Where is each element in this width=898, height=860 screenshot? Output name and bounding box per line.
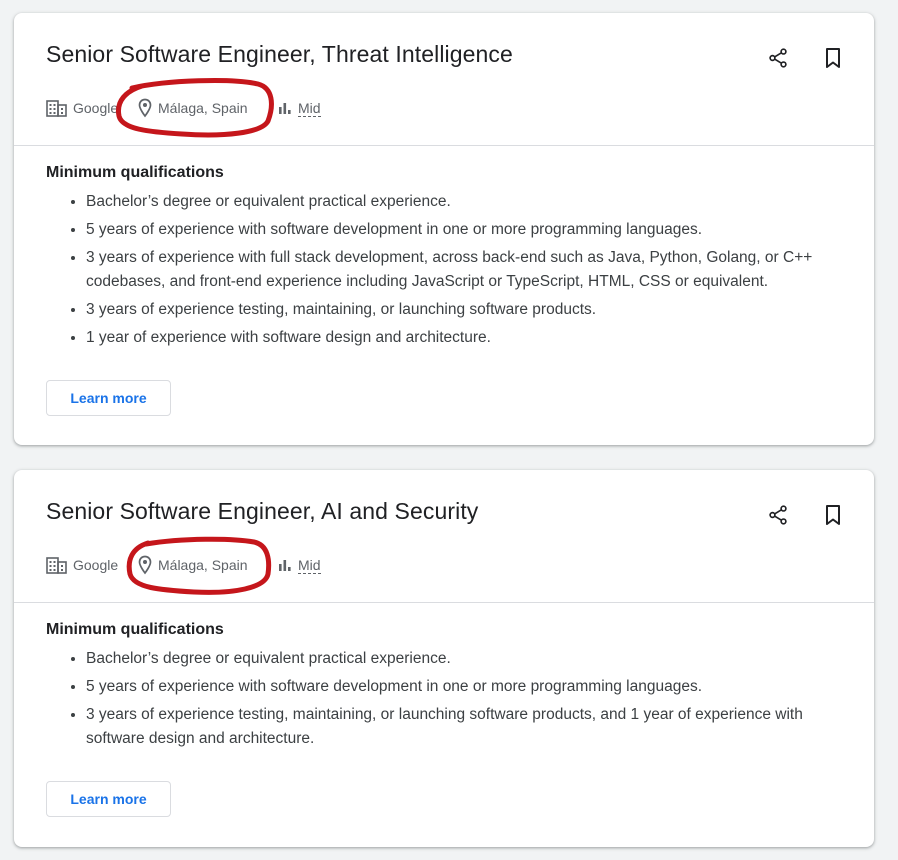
qualification-item: 3 years of experience testing, maintaini… <box>86 703 842 751</box>
share-button[interactable] <box>765 45 791 71</box>
location-name: Málaga, Spain <box>158 100 248 116</box>
location-pin-icon <box>138 555 152 575</box>
save-button[interactable] <box>820 45 846 71</box>
learn-more-button[interactable]: Learn more <box>46 781 171 817</box>
bar-chart-icon <box>279 103 291 114</box>
job-card-header: Senior Software Engineer, Threat Intelli… <box>14 13 874 146</box>
company-info: Google <box>46 554 118 576</box>
level-label[interactable]: Mid <box>298 557 321 574</box>
learn-more-button[interactable]: Learn more <box>46 380 171 416</box>
company-name: Google <box>73 100 119 116</box>
building-icon <box>46 100 67 117</box>
job-card-body: Minimum qualifications Bachelor’s degree… <box>14 603 874 751</box>
bookmark-icon <box>826 48 840 68</box>
bookmark-icon <box>826 505 840 525</box>
section-title: Minimum qualifications <box>46 621 224 638</box>
section-title: Minimum qualifications <box>46 164 224 181</box>
job-card-header: Senior Software Engineer, AI and Securit… <box>14 470 874 603</box>
job-title[interactable]: Senior Software Engineer, Threat Intelli… <box>46 41 513 68</box>
job-title[interactable]: Senior Software Engineer, AI and Securit… <box>46 498 478 525</box>
qualification-item: 3 years of experience with full stack de… <box>86 246 842 294</box>
qualification-item: 3 years of experience testing, maintaini… <box>86 298 842 322</box>
job-card-body: Minimum qualifications Bachelor’s degree… <box>14 146 874 350</box>
company-name: Google <box>73 557 119 573</box>
qualifications-list: Bachelor’s degree or equivalent practica… <box>46 190 842 350</box>
location-name: Málaga, Spain <box>158 557 248 573</box>
qualification-item: Bachelor’s degree or equivalent practica… <box>86 190 842 214</box>
building-icon <box>46 557 67 574</box>
job-meta: Google Málaga, Spain Mid <box>46 554 466 576</box>
job-meta: Google Málaga, Spain Mid <box>46 97 466 119</box>
qualification-item: 1 year of experience with software desig… <box>86 326 842 350</box>
share-icon <box>769 48 787 68</box>
level-label[interactable]: Mid <box>298 100 321 117</box>
qualification-item: 5 years of experience with software deve… <box>86 218 842 242</box>
qualification-item: 5 years of experience with software deve… <box>86 675 842 699</box>
level-info[interactable]: Mid <box>278 97 321 119</box>
share-button[interactable] <box>765 502 791 528</box>
location-pin-icon <box>138 98 152 118</box>
save-button[interactable] <box>820 502 846 528</box>
qualifications-list: Bachelor’s degree or equivalent practica… <box>46 647 842 751</box>
share-icon <box>769 505 787 525</box>
job-card: Senior Software Engineer, Threat Intelli… <box>14 13 874 445</box>
level-info[interactable]: Mid <box>278 554 321 576</box>
location-info: Málaga, Spain <box>138 554 248 576</box>
company-info: Google <box>46 97 118 119</box>
bar-chart-icon <box>279 560 291 571</box>
qualification-item: Bachelor’s degree or equivalent practica… <box>86 647 842 671</box>
location-info: Málaga, Spain <box>138 97 248 119</box>
job-card: Senior Software Engineer, AI and Securit… <box>14 470 874 847</box>
